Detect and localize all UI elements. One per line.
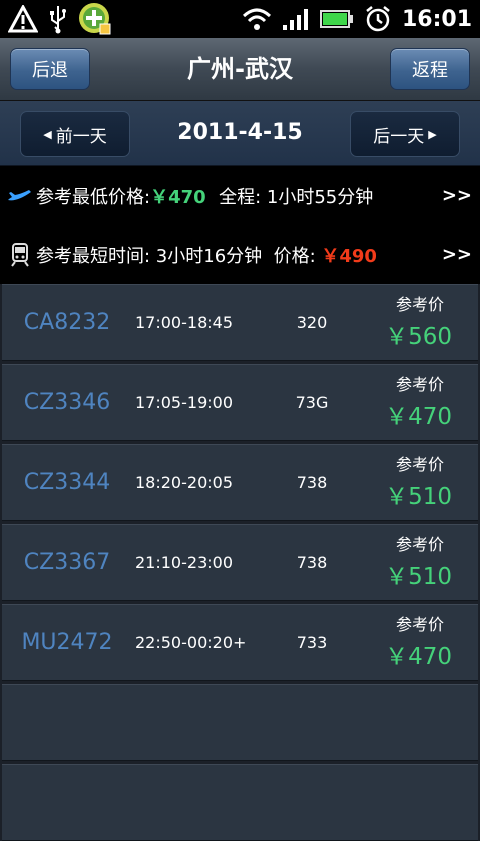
flight-time: 18:20-20:05 [135,473,233,492]
aircraft-type: 320 [296,313,328,332]
return-trip-button[interactable]: 返程 [390,48,470,90]
flight-number: CZ3344 [23,470,111,495]
flight-price: ￥470 [385,644,452,670]
flight-time: 17:05-19:00 [135,393,233,412]
flight-price: ￥560 [385,324,452,350]
date-bar: 2011-4-15 ◀ 前一天 后一天 ▶ [0,101,480,166]
flight-number: MU2472 [21,630,113,655]
aircraft-type: 738 [296,553,328,572]
status-bar: 16:01 [0,0,480,38]
warning-icon [8,5,38,33]
lowest-price-duration: 全程: 1小时55分钟 [207,186,374,208]
back-button[interactable]: 后退 [10,48,90,90]
triangle-left-icon: ◀ [43,127,52,141]
flight-row[interactable]: CA8232 17:00-18:45 320 参考价 ￥560 [2,284,478,361]
shortest-time-info[interactable]: 参考最短时间: 3小时16分钟 价格: ￥490 >> [0,225,480,284]
battery-icon [319,10,353,28]
flight-price: ￥510 [385,564,452,590]
airplane-icon [6,188,34,204]
next-day-label: 后一天 [373,126,425,147]
flight-number: CZ3346 [23,390,111,415]
flight-row[interactable]: MU2472 22:50-00:20+ 733 参考价 ￥470 [2,604,478,681]
reference-price-label: 参考价 [395,375,444,394]
aircraft-type: 733 [296,633,328,652]
status-icons-left [8,2,112,36]
shortest-time-label: 参考最短时间: 3小时16分钟 价格: [36,245,322,267]
reference-price-label: 参考价 [395,535,444,554]
status-icons-right: 16:01 [242,2,472,36]
empty-row [2,684,478,761]
flight-row[interactable]: CZ3344 18:20-20:05 738 参考价 ￥510 [2,444,478,521]
aircraft-type: 73G [295,393,329,412]
wifi-icon [242,8,271,30]
flight-number: CZ3367 [23,550,111,575]
usb-icon [50,6,66,34]
alarm-icon [366,6,390,32]
flight-price: ￥470 [385,404,452,430]
previous-day-button[interactable]: ◀ 前一天 [20,111,130,157]
flight-time: 21:10-23:00 [135,553,233,572]
reference-price-label: 参考价 [395,455,444,474]
next-day-button[interactable]: 后一天 ▶ [350,111,460,157]
reference-price-label: 参考价 [395,295,444,314]
flight-row[interactable]: CZ3367 21:10-23:00 738 参考价 ￥510 [2,524,478,601]
lowest-price-label: 参考最低价格: [36,186,151,208]
train-icon [6,242,34,267]
app-notification-icon [79,3,111,35]
flight-price: ￥510 [385,484,452,510]
clock: 16:01 [401,6,472,32]
lowest-price-info[interactable]: 参考最低价格: ￥470 全程: 1小时55分钟 >> [0,166,480,225]
flight-time: 22:50-00:20+ [135,633,247,652]
flight-time: 17:00-18:45 [135,313,233,332]
empty-row [2,764,478,841]
triangle-right-icon: ▶ [428,127,437,141]
reference-price-label: 参考价 [395,615,444,634]
lowest-price-more-arrow[interactable]: >> [442,185,472,206]
previous-day-label: 前一天 [55,126,107,147]
aircraft-type: 738 [296,473,328,492]
flight-list: CA8232 17:00-18:45 320 参考价 ￥560 CZ3346 1… [0,284,480,841]
flight-row[interactable]: CZ3346 17:05-19:00 73G 参考价 ￥470 [2,364,478,441]
shortest-time-price: ￥490 [321,245,377,267]
shortest-time-more-arrow[interactable]: >> [442,244,472,265]
flight-number: CA8232 [23,310,111,335]
signal-icon [282,9,308,30]
header: 广州-武汉 后退 返程 [0,38,480,101]
lowest-price-value: ￥470 [150,186,206,208]
